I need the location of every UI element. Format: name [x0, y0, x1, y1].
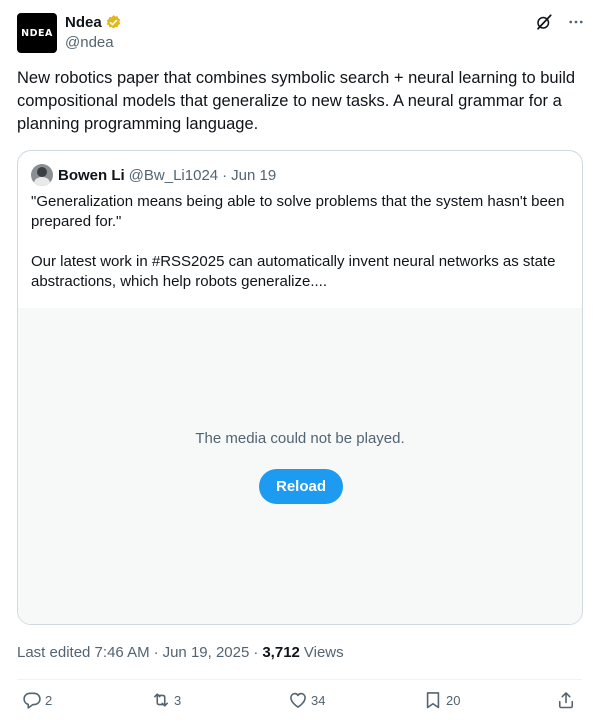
author-handle[interactable]: @ndea: [65, 34, 122, 51]
bookmark-button[interactable]: 20: [423, 690, 460, 710]
quoted-separator: ·: [222, 166, 228, 184]
quoted-author-name: Bowen Li: [58, 166, 125, 184]
quoted-author-handle: @Bw_Li1024: [128, 166, 219, 184]
author-block: Ndea @ndea: [65, 13, 122, 51]
quoted-paragraph-1: "Generalization means being able to solv…: [31, 193, 565, 230]
repost-button[interactable]: 3: [151, 690, 181, 710]
quoted-avatar: [31, 164, 53, 186]
tweet-text: New robotics paper that combines symboli…: [17, 69, 576, 133]
meta-separator: ·: [153, 644, 159, 661]
tweet: NDEA Ndea @ndea New robotics paper that …: [0, 0, 599, 728]
like-button[interactable]: 34: [288, 690, 325, 710]
avatar-logo-text: NDEA: [21, 27, 53, 39]
media-player: The media could not be played. Reload: [18, 308, 582, 624]
avatar[interactable]: NDEA: [17, 13, 57, 53]
heart-icon: [290, 692, 306, 708]
like-count: 34: [311, 692, 326, 708]
quoted-date: Jun 19: [231, 166, 277, 184]
divider: [17, 679, 582, 680]
views-label: Views: [303, 644, 344, 661]
quoted-tweet[interactable]: Bowen Li @Bw_Li1024 · Jun 19 "Generaliza…: [17, 150, 583, 625]
bookmark-count: 20: [446, 692, 461, 708]
tweet-date[interactable]: Jun 19, 2025: [163, 644, 250, 661]
reload-button[interactable]: Reload: [259, 469, 343, 504]
reply-count: 2: [45, 692, 53, 708]
tweet-header: NDEA Ndea @ndea: [17, 13, 585, 53]
meta-separator-2: ·: [253, 644, 259, 661]
quoted-tweet-text: "Generalization means being able to solv…: [31, 192, 571, 292]
quoted-tweet-header: Bowen Li @Bw_Li1024 · Jun 19: [31, 164, 277, 186]
share-button[interactable]: [556, 690, 576, 710]
verified-badge-icon[interactable]: [105, 14, 122, 31]
bookmark-icon: [426, 692, 440, 709]
header-actions: [535, 13, 585, 31]
share-icon: [558, 692, 574, 709]
grok-icon[interactable]: [535, 13, 553, 31]
quoted-paragraph-2: Our latest work in #RSS2025 can automati…: [31, 253, 556, 290]
action-bar: 2 3 34 20: [18, 690, 580, 718]
media-error-message: The media could not be played.: [195, 430, 405, 447]
reply-icon: [23, 692, 41, 709]
reply-button[interactable]: 2: [22, 690, 52, 710]
more-icon[interactable]: [567, 13, 585, 31]
edited-time[interactable]: Last edited 7:46 AM: [17, 644, 150, 661]
repost-icon: [153, 693, 169, 707]
author-name[interactable]: Ndea: [65, 14, 102, 31]
tweet-meta: Last edited 7:46 AM · Jun 19, 2025 · 3,7…: [17, 644, 344, 661]
views-count: 3,712: [262, 644, 300, 661]
repost-count: 3: [174, 692, 182, 708]
